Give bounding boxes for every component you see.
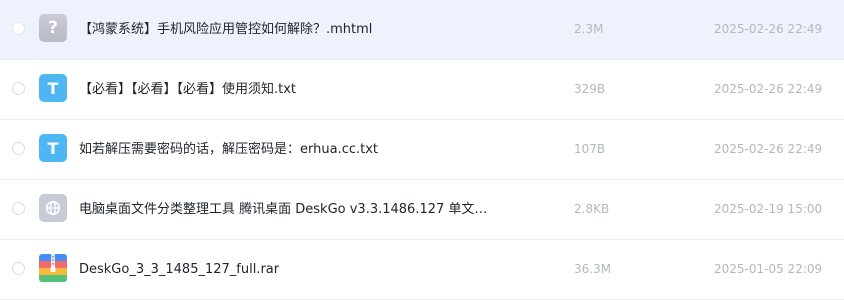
file-name[interactable]: 【必看】【必看】【必看】使用须知.txt (79, 60, 296, 119)
file-list: ? 【鸿蒙系统】手机风险应用管控如何解除？.mhtml 2.3M 2025-02… (0, 0, 844, 300)
row-checkbox[interactable] (12, 82, 25, 95)
file-row[interactable]: T 【必看】【必看】【必看】使用须知.txt 329B 2025-02-26 2… (0, 60, 844, 120)
row-checkbox[interactable] (12, 262, 25, 275)
file-date: 2025-02-26 22:49 (714, 142, 823, 156)
file-row[interactable]: 电脑桌面文件分类整理工具 腾讯桌面 DeskGo v3.3.1486.127 单… (0, 180, 844, 240)
file-size: 2.8KB (574, 202, 610, 216)
file-date: 2025-02-26 22:49 (714, 22, 823, 36)
file-name[interactable]: 【鸿蒙系统】手机风险应用管控如何解除？.mhtml (79, 0, 372, 59)
file-row[interactable]: ? 【鸿蒙系统】手机风险应用管控如何解除？.mhtml 2.3M 2025-02… (0, 0, 844, 60)
file-date: 2025-02-19 15:00 (714, 202, 823, 216)
row-checkbox[interactable] (12, 142, 25, 155)
file-size: 329B (574, 82, 606, 96)
file-row[interactable]: T 如若解压需要密码的话，解压密码是：erhua.cc.txt 107B 202… (0, 120, 844, 180)
file-name[interactable]: 如若解压需要密码的话，解压密码是：erhua.cc.txt (79, 120, 378, 179)
file-name[interactable]: 电脑桌面文件分类整理工具 腾讯桌面 DeskGo v3.3.1486.127 单… (79, 180, 499, 239)
row-checkbox[interactable] (12, 202, 25, 215)
file-name[interactable]: DeskGo_3_3_1485_127_full.rar (79, 240, 279, 299)
web-file-icon (39, 194, 67, 222)
file-date: 2025-02-26 22:49 (714, 82, 823, 96)
txt-file-icon: T (39, 134, 67, 162)
file-size: 36.3M (574, 262, 612, 276)
file-date: 2025-01-05 22:09 (714, 262, 823, 276)
txt-file-icon: T (39, 74, 67, 102)
globe-icon (46, 201, 60, 215)
rar-file-icon (39, 254, 67, 282)
file-size: 107B (574, 142, 606, 156)
file-size: 2.3M (574, 22, 604, 36)
archive-icon (39, 254, 67, 282)
row-checkbox[interactable] (12, 22, 25, 35)
unknown-file-icon: ? (39, 14, 67, 42)
file-row[interactable]: DeskGo_3_3_1485_127_full.rar 36.3M 2025-… (0, 240, 844, 300)
